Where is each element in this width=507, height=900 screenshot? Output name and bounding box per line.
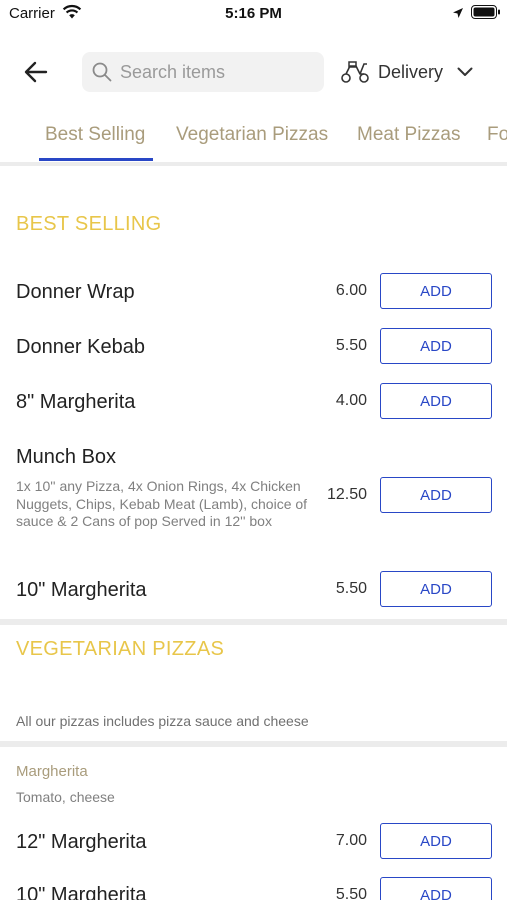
add-button[interactable]: ADD xyxy=(380,477,492,513)
search-icon xyxy=(92,62,112,82)
section-divider xyxy=(0,619,507,625)
item-price: 6.00 xyxy=(335,282,367,299)
add-button[interactable]: ADD xyxy=(380,383,492,419)
section-title-best-selling: BEST SELLING xyxy=(16,213,162,235)
battery-icon xyxy=(471,5,501,25)
arrow-left-icon xyxy=(24,61,48,83)
item-name: Munch Box xyxy=(16,446,117,468)
tab-more[interactable]: Fo xyxy=(487,124,507,146)
add-button[interactable]: ADD xyxy=(380,823,492,859)
clock: 5:16 PM xyxy=(225,5,282,22)
active-tab-indicator xyxy=(39,158,153,161)
section-note: All our pizzas includes pizza sauce and … xyxy=(16,713,309,729)
item-price: 7.00 xyxy=(335,832,367,849)
tabs-divider xyxy=(0,162,507,166)
back-button[interactable] xyxy=(20,56,52,88)
item-price: 4.00 xyxy=(335,392,367,409)
section-divider xyxy=(0,741,507,747)
add-button[interactable]: ADD xyxy=(380,273,492,309)
subgroup-title: Margherita xyxy=(16,763,88,780)
tab-vegetarian-pizzas[interactable]: Vegetarian Pizzas xyxy=(176,124,328,146)
status-bar: Carrier 5:16 PM xyxy=(0,0,507,30)
section-title-vegetarian-pizzas: VEGETARIAN PIZZAS xyxy=(16,638,225,660)
item-price: 5.50 xyxy=(335,886,367,900)
add-button[interactable]: ADD xyxy=(380,571,492,607)
tab-meat-pizzas[interactable]: Meat Pizzas xyxy=(357,124,460,146)
delivery-label: Delivery xyxy=(378,61,444,82)
tab-best-selling[interactable]: Best Selling xyxy=(45,124,145,146)
item-description: 1x 10'' any Pizza, 4x Onion Rings, 4x Ch… xyxy=(16,478,308,529)
scooter-icon xyxy=(341,61,369,83)
item-name: Donner Wrap xyxy=(16,281,135,303)
chevron-down-icon xyxy=(457,67,473,76)
item-name: 10" Margherita xyxy=(16,884,147,900)
item-name: 12" Margherita xyxy=(16,831,147,853)
item-name: 10" Margherita xyxy=(16,579,147,601)
delivery-selector[interactable]: Delivery xyxy=(340,56,473,88)
add-button[interactable]: ADD xyxy=(380,328,492,364)
search-bar[interactable] xyxy=(82,52,324,92)
item-price: 5.50 xyxy=(335,337,367,354)
search-input[interactable] xyxy=(120,61,310,83)
item-price: 5.50 xyxy=(335,580,367,597)
category-tabs: Best Selling Vegetarian Pizzas Meat Pizz… xyxy=(0,112,507,162)
item-name: Donner Kebab xyxy=(16,336,145,358)
item-price: 12.50 xyxy=(326,486,367,503)
subgroup-description: Tomato, cheese xyxy=(16,789,115,805)
add-button[interactable]: ADD xyxy=(380,877,492,900)
item-name: 8" Margherita xyxy=(16,391,136,413)
location-arrow-icon xyxy=(452,6,464,24)
